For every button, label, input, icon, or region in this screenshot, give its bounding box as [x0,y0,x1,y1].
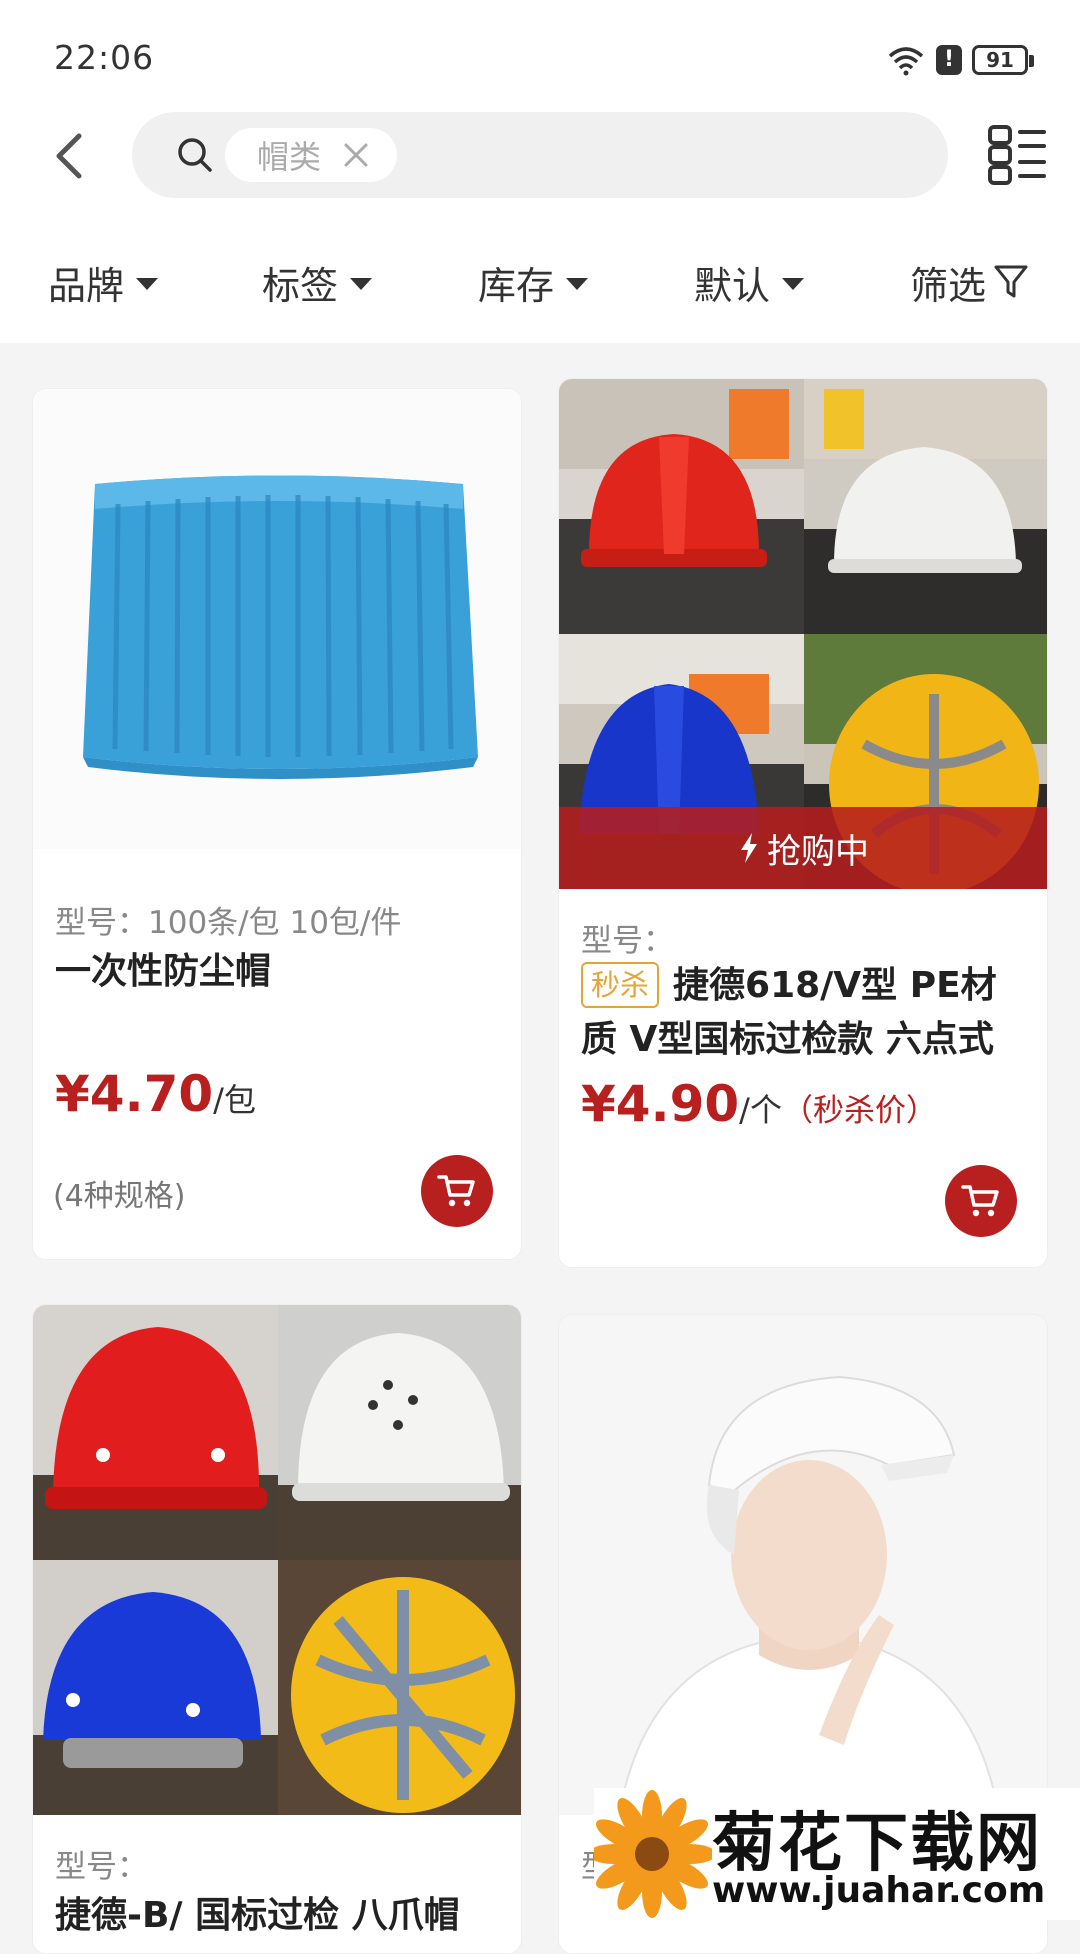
filter-bar: 品牌 标签 库存 默认 筛选 [0,250,1080,314]
flash-price-note: （秒杀价） [781,1093,937,1129]
product-card[interactable]: 型号： 捷德-B/ 国标过检 八爪帽 [32,1304,522,1954]
product-photo [33,389,521,849]
photo-red-helmet [559,379,804,634]
caret-down-icon [136,278,159,290]
photo-blue-helmet [33,1560,278,1815]
product-model: 型号： [55,1849,148,1885]
filter-tag[interactable]: 标签 [262,250,373,314]
photo-red-helmet [33,1305,278,1560]
product-price-line: ¥4.90/个（秒杀价） [581,1075,937,1133]
caret-down-icon [350,278,373,290]
watermark-url: www.juahar.com [712,1870,1046,1911]
product-price: ¥4.90 [581,1075,740,1133]
product-unit: /个 [739,1091,782,1129]
search-bar[interactable]: 帽类 [132,112,948,198]
lightning-icon [741,833,757,863]
search-keyword-chip[interactable]: 帽类 [225,128,397,182]
battery-icon: 91 [972,45,1034,75]
funnel-icon [994,265,1028,298]
filter-tag-label: 标签 [262,263,339,308]
flash-sale-label: 抢购中 [767,831,869,872]
product-photo [559,1315,1047,1815]
cart-icon [961,1185,999,1217]
product-image [33,1305,521,1815]
search-keyword-label: 帽类 [257,138,322,176]
product-card[interactable]: 抢购中 型号： 秒杀 捷德618/V型 PE材 质 V型国标过检款 六点式 ¥4.… [558,378,1048,1268]
product-model: 型号：100条/包 10包/件 [55,905,402,941]
product-unit: /包 [213,1081,256,1119]
chevron-left-icon [56,133,82,179]
filter-brand-label: 品牌 [48,263,125,308]
product-price: ¥4.70 [55,1065,214,1123]
caret-down-icon [782,278,805,290]
watermark-logo: 菊花下载网 www.juahar.com [594,1788,1080,1920]
filter-stock[interactable]: 库存 [478,250,589,314]
search-icon [178,138,212,172]
product-name-line1: 捷德618/V型 PE材 [673,965,997,1006]
product-image: 抢购中 [559,379,1047,889]
photo-white-helmet [278,1305,521,1560]
filter-sort-label: 默认 [694,263,771,308]
status-time: 22:06 [54,38,155,77]
back-button[interactable] [40,126,96,186]
filter-stock-label: 库存 [478,263,555,308]
product-name: 一次性防尘帽 [55,951,272,992]
product-card[interactable]: 型号：100条/包 10包/件 一次性防尘帽 ¥4.70/包 (4种规格) [32,388,522,1260]
add-to-cart-button[interactable] [421,1155,493,1227]
product-specs: (4种规格) [53,1179,186,1214]
product-image [559,1315,1047,1815]
status-icons: ! 91 [886,40,1034,80]
product-name: 捷德-B/ 国标过检 八爪帽 [55,1895,460,1936]
product-price-line: ¥4.70/包 [55,1065,256,1123]
product-photo-grid [33,1305,521,1815]
view-toggle-icon[interactable] [988,124,1046,186]
product-name: 秒杀 捷德618/V型 PE材 质 V型国标过检款 六点式 [581,959,1031,1067]
add-to-cart-button[interactable] [945,1165,1017,1237]
photo-white-helmet [804,379,1047,634]
filter-sort[interactable]: 默认 [694,250,805,314]
top-bar: 22:06 ! 91 帽类 品牌 标签 库存 默认 筛选 [0,0,1080,343]
product-name-line2: 质 V型国标过检款 六点式 [581,1019,994,1060]
caret-down-icon [566,278,589,290]
battery-level: 91 [986,48,1014,72]
filter-screen-label: 筛选 [910,263,987,308]
product-model: 型号： [581,923,674,959]
wifi-icon [888,47,924,76]
filter-brand[interactable]: 品牌 [48,250,159,314]
seckill-badge: 秒杀 [581,962,660,1008]
filter-screen[interactable]: 筛选 [910,250,1028,314]
notification-alert-icon: ! [936,45,962,75]
cart-icon [437,1175,475,1207]
product-image [33,389,521,849]
flash-sale-banner: 抢购中 [559,807,1047,889]
flower-logo-icon [594,1790,712,1918]
photo-yellow-helmet-inside [278,1560,521,1815]
close-icon[interactable] [343,142,369,168]
